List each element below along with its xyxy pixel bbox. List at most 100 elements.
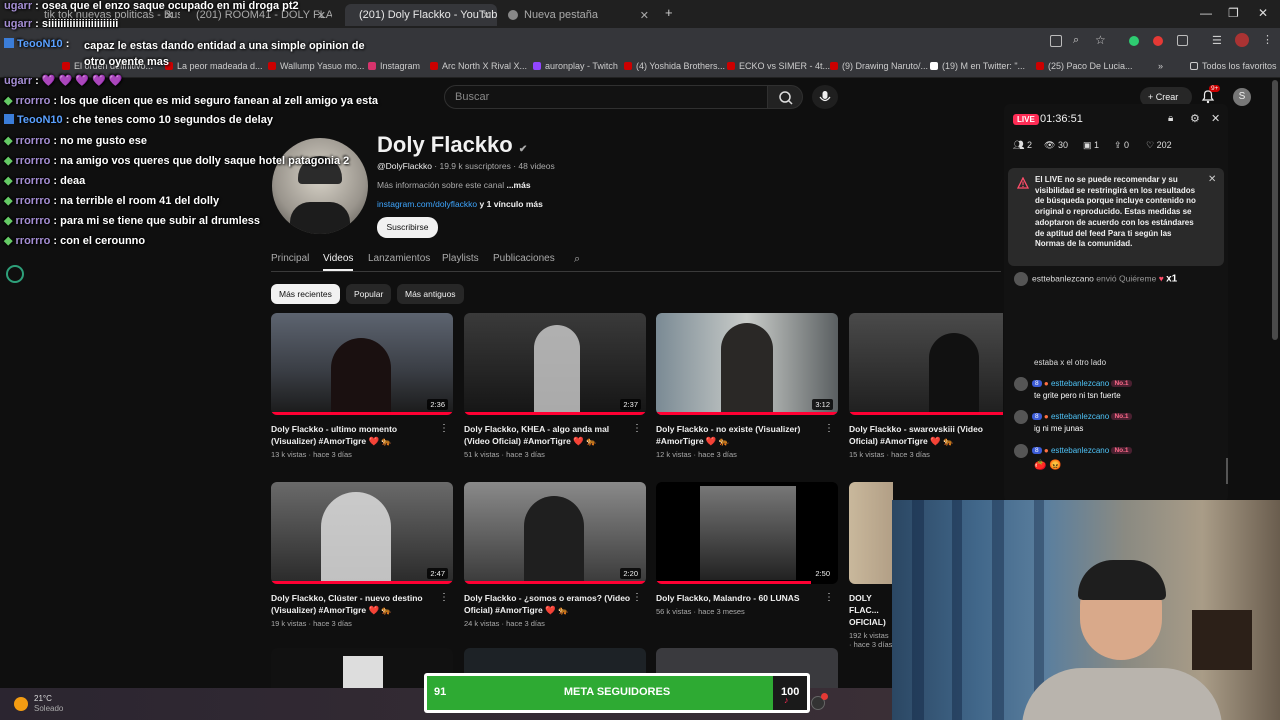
bookmark[interactable]: (9) Drawing Naruto/... xyxy=(830,61,928,71)
video-title[interactable]: Doly Flackko - ultimo momento (Visualize… xyxy=(271,423,453,447)
verified-icon: ✔ xyxy=(518,144,528,155)
video-thumbnail[interactable] xyxy=(849,482,893,584)
video-card[interactable]: 2:36 Doly Flackko - ultimo momento (Visu… xyxy=(271,313,453,459)
puzzle-icon[interactable] xyxy=(1177,35,1188,46)
bookmark[interactable]: auronplay - Twitch xyxy=(533,61,618,71)
video-title[interactable]: Doly Flackko - swarovskiii (Video Oficia… xyxy=(849,423,1003,447)
live-chat-message: 8 ● esttebanlezcano No.1 xyxy=(1014,410,1132,424)
tab-new[interactable]: Nueva pestaña ✕ xyxy=(500,4,655,26)
video-card[interactable]: 2:20 Doly Flackko - ¿somos o eramos? (Vi… xyxy=(464,482,646,628)
new-tab-button[interactable]: + xyxy=(665,5,673,20)
account-avatar[interactable]: S xyxy=(1233,88,1251,106)
video-title[interactable]: Doly Flackko, Malandro - 60 LUNAS xyxy=(656,592,838,604)
video-title[interactable]: Doly Flackko, KHEA - algo anda mal (Vide… xyxy=(464,423,646,447)
gift-event: esttebanlezcano envió Quiéreme ♥ x1 xyxy=(1014,272,1177,286)
stat-shares: ⇪ 0 xyxy=(1114,140,1130,150)
tab-lanzamientos[interactable]: Lanzamientos xyxy=(368,253,430,264)
lock-icon[interactable]: 🔒︎ xyxy=(1168,113,1173,124)
menu-icon[interactable]: ⋮ xyxy=(1262,33,1273,46)
settings-icon[interactable]: ⚙ xyxy=(1190,112,1200,125)
dismiss-warning-icon[interactable]: ✕ xyxy=(1208,174,1216,185)
video-card[interactable]: 2:47 Doly Flackko, Clúster - nuevo desti… xyxy=(271,482,453,628)
bookmark[interactable]: (4) Yoshida Brothers... xyxy=(624,61,725,71)
video-meta: 19 k vistas · hace 3 días xyxy=(271,619,352,628)
tab-playlists[interactable]: Playlists xyxy=(442,253,479,264)
minimize-icon[interactable]: — xyxy=(1200,6,1212,20)
sidebar-app-icon[interactable] xyxy=(6,265,24,283)
extension-icon[interactable] xyxy=(1129,36,1139,46)
tab-publicaciones[interactable]: Publicaciones xyxy=(493,253,555,264)
chat-message: ◆ rrorrro : para mi se tiene que subir a… xyxy=(4,215,261,227)
install-icon[interactable] xyxy=(1050,35,1062,47)
close-icon[interactable]: ✕ xyxy=(482,9,491,22)
video-title[interactable]: Doly Flackko, Clúster - nuevo destino (V… xyxy=(271,592,453,616)
streamer-cap xyxy=(1078,560,1166,600)
chat-message: ◆ rrorrro : na terrible el room 41 del d… xyxy=(4,195,220,207)
bookmark[interactable]: (19) M en Twitter: "... xyxy=(930,61,1025,71)
fan-badge-icon: ● xyxy=(1043,379,1049,389)
video-thumbnail[interactable] xyxy=(849,313,1003,415)
mic-button[interactable] xyxy=(812,85,838,109)
video-thumbnail[interactable]: 2:37 xyxy=(464,313,646,415)
channel-search-icon[interactable]: ⌕ xyxy=(574,253,580,266)
search-button[interactable] xyxy=(767,85,803,109)
video-title[interactable]: Doly Flackko - ¿somos o eramos? (Video O… xyxy=(464,592,646,616)
all-bookmarks[interactable]: Todos los favoritos xyxy=(1190,61,1277,71)
close-window-icon[interactable]: ✕ xyxy=(1258,6,1268,20)
video-title[interactable]: Doly Flackko - no existe (Visualizer) #A… xyxy=(656,423,838,447)
more-options-icon[interactable]: ⋮ xyxy=(632,423,642,434)
extension-icon[interactable] xyxy=(1153,36,1163,46)
star-icon[interactable]: ☆ xyxy=(1095,33,1106,47)
zoom-icon[interactable]: ⌕ xyxy=(1073,34,1079,47)
more-options-icon[interactable]: ⋮ xyxy=(824,592,834,603)
channel-about[interactable]: Más información sobre este canal ...más xyxy=(377,180,531,190)
video-duration: 2:20 xyxy=(620,568,641,579)
chat-badge-icon xyxy=(4,114,14,124)
reading-list-icon[interactable]: ☰ xyxy=(1212,34,1222,47)
weather-temp: 21°C xyxy=(34,694,52,703)
video-card[interactable]: 2:50 Doly Flackko, Malandro - 60 LUNAS 5… xyxy=(656,482,838,616)
live-chat-text: 🍅 😡 xyxy=(1034,460,1062,471)
tab-principal[interactable]: Principal xyxy=(271,253,309,264)
close-icon[interactable]: ✕ xyxy=(640,9,649,22)
video-thumbnail[interactable]: 2:20 xyxy=(464,482,646,584)
chat-message-text: capaz le estas dando entidad a una simpl… xyxy=(84,40,365,68)
bookmark[interactable]: (25) Paco De Lucia... xyxy=(1036,61,1133,71)
tab-videos[interactable]: Videos xyxy=(323,253,353,264)
video-card[interactable]: 3:12 Doly Flackko - no existe (Visualize… xyxy=(656,313,838,459)
more-bookmarks-icon[interactable]: » xyxy=(1158,61,1163,71)
user-avatar xyxy=(1014,377,1028,391)
page-scrollbar[interactable] xyxy=(1272,80,1278,340)
video-title[interactable]: DOLY FLAC... OFICIAL) xyxy=(849,592,893,628)
video-thumbnail[interactable]: 3:12 xyxy=(656,313,838,415)
more-options-icon[interactable]: ⋮ xyxy=(439,423,449,434)
maximize-icon[interactable]: ❐ xyxy=(1228,6,1239,20)
chat-scrollbar[interactable] xyxy=(1226,458,1228,484)
video-thumbnail[interactable]: 2:50 xyxy=(656,482,838,584)
video-card[interactable]: DOLY FLAC... OFICIAL) 192 k vistas · hac… xyxy=(849,482,893,649)
video-thumbnail[interactable]: 2:36 xyxy=(271,313,453,415)
video-card[interactable]: Doly Flackko - swarovskiii (Video Oficia… xyxy=(849,313,1003,459)
stat-gifts: ▣ 1 xyxy=(1083,140,1100,150)
search-input[interactable]: Buscar xyxy=(444,85,768,109)
thumbnail-figure xyxy=(534,325,580,415)
user-avatar xyxy=(1014,272,1028,286)
bookmark[interactable]: Arc North X Rival X... xyxy=(430,61,527,71)
profile-icon[interactable] xyxy=(1235,33,1249,47)
chip-oldest[interactable]: Más antiguos xyxy=(397,284,464,304)
video-thumbnail[interactable]: 2:47 xyxy=(271,482,453,584)
users-icon: 👥︎ xyxy=(1013,140,1027,150)
more-options-icon[interactable]: ⋮ xyxy=(439,592,449,603)
user-avatar xyxy=(1014,444,1028,458)
chip-popular[interactable]: Popular xyxy=(346,284,392,304)
close-panel-icon[interactable]: ✕ xyxy=(1211,112,1220,125)
chip-most-recent[interactable]: Más recientes xyxy=(271,284,340,304)
more-options-icon[interactable]: ⋮ xyxy=(632,592,642,603)
bookmark[interactable]: ECKO vs SIMER - 4t... xyxy=(727,61,830,71)
chat-badge-icon: ◆ xyxy=(4,155,16,167)
chat-message: ◆ rrorrro : na amigo vos queres que doll… xyxy=(4,155,350,167)
channel-links[interactable]: instagram.com/dolyflackko y 1 vínculo má… xyxy=(377,199,543,209)
live-chat-text: estaba x el otro lado xyxy=(1034,358,1107,367)
more-options-icon[interactable]: ⋮ xyxy=(824,423,834,434)
video-card[interactable]: 2:37 Doly Flackko, KHEA - algo anda mal … xyxy=(464,313,646,459)
